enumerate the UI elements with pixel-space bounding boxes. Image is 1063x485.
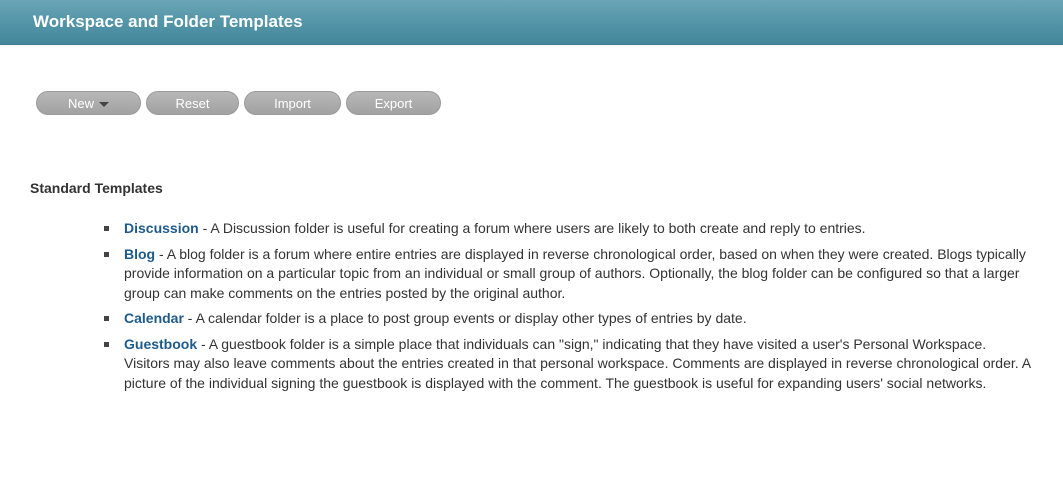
template-description: - A blog folder is a forum where entire … <box>124 245 1026 301</box>
template-list: Discussion - A Discussion folder is usef… <box>102 219 1032 399</box>
list-item: Guestbook - A guestbook folder is a simp… <box>102 335 1032 394</box>
template-link-discussion[interactable]: Discussion <box>124 220 199 236</box>
template-description: - A Discussion folder is useful for crea… <box>198 220 866 236</box>
page-header: Workspace and Folder Templates <box>0 0 1063 45</box>
square-bullet-icon <box>104 316 109 321</box>
new-button[interactable]: New <box>36 91 141 115</box>
square-bullet-icon <box>104 226 109 231</box>
list-item: Calendar - A calendar folder is a place … <box>102 309 1032 329</box>
reset-button-label: Reset <box>175 95 210 111</box>
square-bullet-icon <box>104 341 109 347</box>
export-button[interactable]: Export <box>346 91 441 115</box>
template-description: - A calendar folder is a place to post g… <box>183 310 747 326</box>
list-item: Blog - A blog folder is a forum where en… <box>102 245 1032 304</box>
new-button-label: New <box>67 95 94 111</box>
export-button-label: Export <box>374 95 413 111</box>
list-item: Discussion - A Discussion folder is usef… <box>102 219 1032 239</box>
import-button[interactable]: Import <box>244 91 341 115</box>
template-description: - A guestbook folder is a simple place t… <box>124 335 1031 391</box>
square-bullet-icon <box>104 251 109 257</box>
section-title: Standard Templates <box>30 180 163 196</box>
toolbar: New Reset Import Export <box>36 91 441 115</box>
template-link-guestbook[interactable]: Guestbook <box>124 336 197 352</box>
import-button-label: Import <box>274 95 311 111</box>
reset-button[interactable]: Reset <box>146 91 239 115</box>
caret-down-icon <box>99 101 109 107</box>
template-link-calendar[interactable]: Calendar <box>124 310 184 326</box>
template-link-blog[interactable]: Blog <box>124 246 155 262</box>
page-title: Workspace and Folder Templates <box>33 12 303 31</box>
